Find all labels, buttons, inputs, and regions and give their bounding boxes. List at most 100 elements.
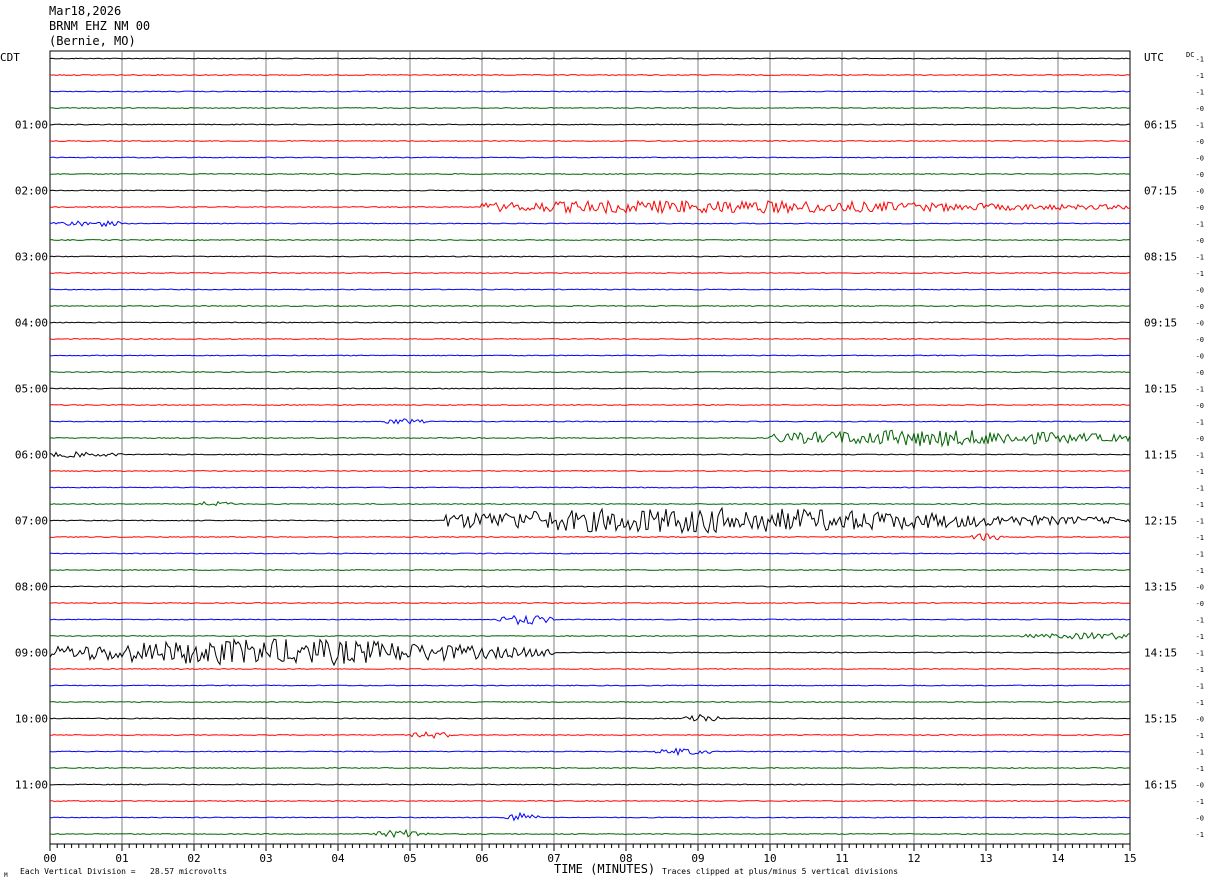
- trace-line-13: [49, 255, 1131, 258]
- cdt-label-0700: 07:00: [15, 515, 48, 528]
- dc-offset-23: -1: [1196, 419, 1204, 427]
- trace-line-46: [49, 800, 1130, 802]
- x-tick-label-03: 03: [259, 852, 272, 865]
- vertical-division-scale: Each Vertical Division = 28.57 microvolt…: [20, 867, 228, 876]
- utc-label-1315: 13:15: [1144, 581, 1177, 594]
- trace-line-4: [49, 107, 1131, 109]
- dc-offset-1: -1: [1196, 56, 1204, 64]
- dc-offset-43: -1: [1196, 749, 1204, 757]
- x-tick-label-13: 13: [979, 852, 992, 865]
- trace-line-24: [49, 429, 1131, 448]
- dc-offset-20: -0: [1196, 369, 1204, 377]
- cdt-label-0400: 04:00: [15, 317, 48, 330]
- trace-line-12: [49, 239, 1131, 241]
- dc-offset-22: -0: [1196, 402, 1204, 410]
- utc-label-1615: 16:15: [1144, 779, 1177, 792]
- dc-label: DC: [1186, 51, 1194, 59]
- x-tick-label-06: 06: [475, 852, 488, 865]
- dc-offset-4: -0: [1196, 105, 1204, 113]
- dc-offset-48: -1: [1196, 831, 1204, 839]
- dc-offset-6: -0: [1196, 138, 1204, 146]
- dc-offset-10: -0: [1196, 204, 1204, 212]
- trace-line-15: [49, 288, 1131, 291]
- trace-line-43: [49, 747, 1131, 757]
- x-tick-label-14: 14: [1051, 852, 1065, 865]
- dc-offset-24: -0: [1196, 435, 1204, 443]
- dc-offset-17: -0: [1196, 320, 1204, 328]
- dc-offset-8: -0: [1196, 171, 1204, 179]
- trace-line-1: [49, 57, 1131, 60]
- dc-offset-7: -0: [1196, 155, 1204, 163]
- trace-line-7: [49, 156, 1131, 159]
- utc-label-0715: 07:15: [1144, 185, 1177, 198]
- cdt-label-0500: 05:00: [15, 383, 48, 396]
- trace-line-31: [49, 552, 1131, 555]
- utc-label-1215: 12:15: [1144, 515, 1177, 528]
- trace-line-16: [49, 305, 1131, 307]
- dc-offset-14: -1: [1196, 270, 1204, 278]
- utc-label-0915: 09:15: [1144, 317, 1177, 330]
- x-tick-label-02: 02: [187, 852, 200, 865]
- trace-line-5: [49, 123, 1131, 126]
- x-tick-label-00: 00: [43, 852, 56, 865]
- dc-offset-19: -0: [1196, 353, 1204, 361]
- trace-line-25: [49, 451, 1131, 458]
- dc-offset-5: -1: [1196, 122, 1204, 130]
- dc-offset-31: -1: [1196, 551, 1204, 559]
- dc-offset-40: -1: [1196, 699, 1204, 707]
- trace-line-30: [49, 532, 1131, 542]
- trace-line-11: [49, 220, 1131, 228]
- dc-offset-12: -0: [1196, 237, 1204, 245]
- plot-frame: [49, 50, 1131, 845]
- dc-offset-18: -0: [1196, 336, 1204, 344]
- dc-offset-47: -0: [1196, 815, 1204, 823]
- dc-offset-36: -1: [1196, 633, 1204, 641]
- trace-line-40: [49, 701, 1130, 703]
- trace-line-29: [49, 506, 1131, 535]
- trace-line-19: [49, 354, 1131, 357]
- trace-line-17: [49, 321, 1131, 324]
- dc-offset-34: -0: [1196, 600, 1204, 608]
- trace-line-9: [49, 189, 1131, 192]
- dc-offset-44: -1: [1196, 765, 1204, 773]
- trace-line-6: [50, 140, 1130, 142]
- dc-offset-29: -1: [1196, 518, 1204, 526]
- x-tick-label-01: 01: [115, 852, 128, 865]
- trace-line-21: [49, 387, 1131, 390]
- trace-line-38: [49, 668, 1131, 670]
- dc-offset-15: -0: [1196, 287, 1204, 295]
- trace-line-2: [49, 74, 1131, 76]
- dc-offset-26: -1: [1196, 468, 1204, 476]
- cdt-label-0300: 03:00: [15, 251, 48, 264]
- dc-offset-38: -1: [1196, 666, 1204, 674]
- dc-offset-32: -1: [1196, 567, 1204, 575]
- dc-offset-33: -0: [1196, 584, 1204, 592]
- trace-line-35: [49, 614, 1131, 626]
- dc-offset-11: -1: [1196, 221, 1204, 229]
- trace-line-23: [49, 418, 1131, 425]
- x-tick-label-12: 12: [907, 852, 920, 865]
- dc-offset-28: -1: [1196, 501, 1204, 509]
- x-tick-label-09: 09: [691, 852, 704, 865]
- dc-offset-13: -1: [1196, 254, 1204, 262]
- dc-offset-46: -1: [1196, 798, 1204, 806]
- dc-offset-41: -0: [1196, 716, 1204, 724]
- trace-line-10: [49, 199, 1131, 215]
- x-tick-label-15: 15: [1123, 852, 1136, 865]
- x-tick-label-10: 10: [763, 852, 776, 865]
- dc-offset-39: -1: [1196, 683, 1204, 691]
- x-tick-label-11: 11: [835, 852, 848, 865]
- trace-line-18: [49, 338, 1131, 340]
- trace-line-26: [49, 470, 1130, 472]
- dc-offset-37: -1: [1196, 650, 1204, 658]
- dc-offset-2: -1: [1196, 72, 1204, 80]
- trace-line-45: [49, 783, 1130, 786]
- trace-line-14: [49, 272, 1131, 274]
- dc-offset-16: -0: [1196, 303, 1204, 311]
- trace-line-36: [49, 631, 1131, 640]
- trace-line-27: [49, 486, 1131, 489]
- dc-offset-35: -1: [1196, 617, 1204, 625]
- utc-label-0815: 08:15: [1144, 251, 1177, 264]
- cdt-label-1100: 11:00: [15, 779, 48, 792]
- trace-line-37: [49, 637, 1131, 667]
